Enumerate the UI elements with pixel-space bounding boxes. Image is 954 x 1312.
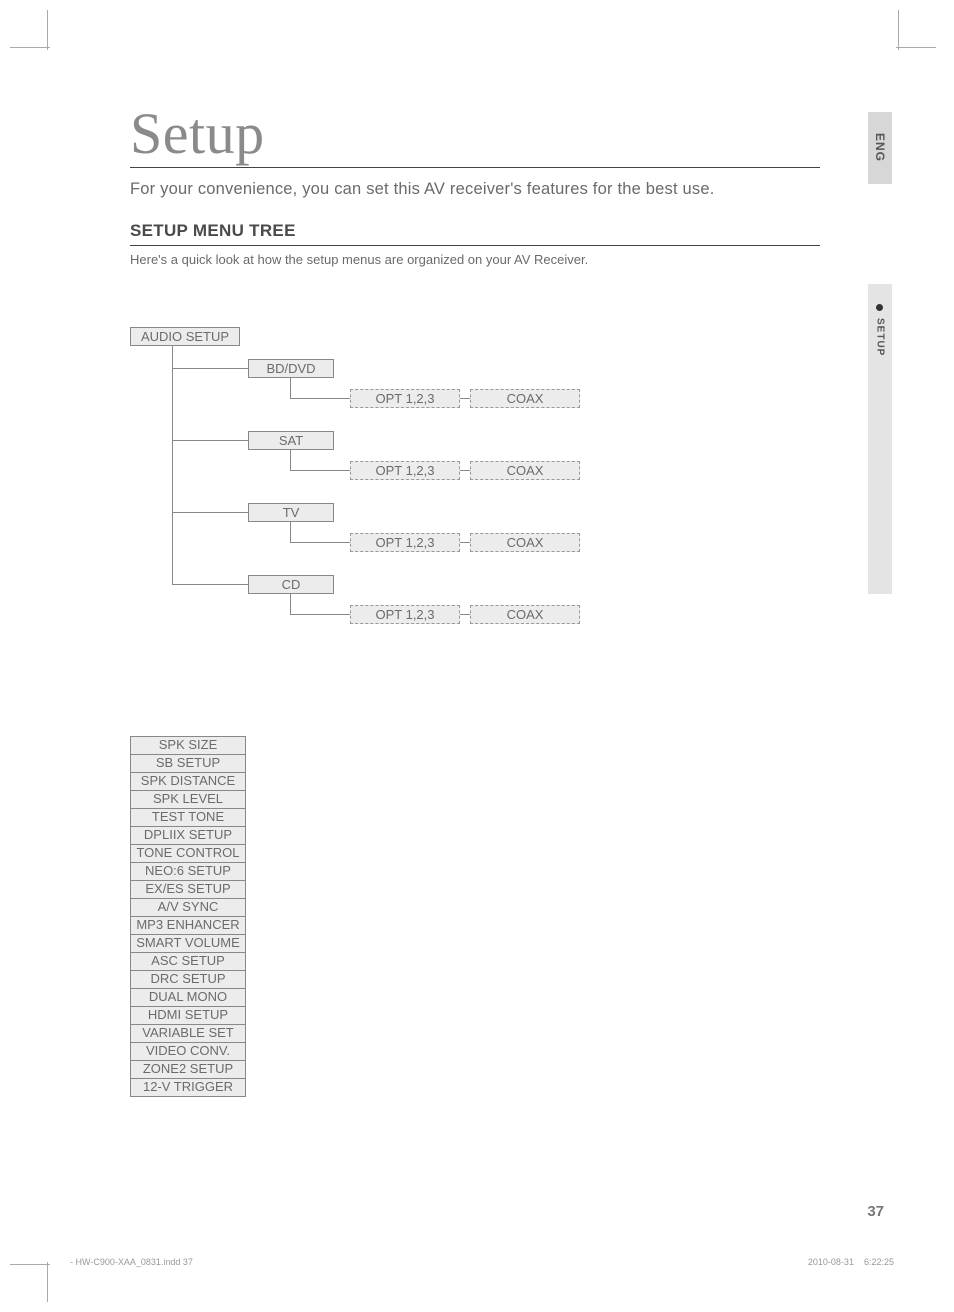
connector-line (290, 470, 350, 471)
tree-stack-item: NEO:6 SETUP (130, 862, 246, 881)
footer-time: 6:22:25 (864, 1257, 894, 1267)
connector-line (290, 450, 291, 470)
connector-line (290, 398, 350, 399)
crop-mark (47, 1262, 48, 1302)
connector-line (290, 594, 291, 614)
tree-stack-item: SMART VOLUME (130, 934, 246, 953)
crop-mark (896, 47, 936, 48)
tab-language: ENG (868, 112, 892, 184)
tree-stack-item: A/V SYNC (130, 898, 246, 917)
tree-branch: BD/DVD (248, 359, 334, 378)
tree-leaf: OPT 1,2,3 (350, 533, 460, 552)
tree-stack-item: SPK SIZE (130, 736, 246, 755)
tree-stack-item: DUAL MONO (130, 988, 246, 1007)
tree-stack-item: DRC SETUP (130, 970, 246, 989)
tree-stack-item: 12-V TRIGGER (130, 1078, 246, 1097)
intro-text: For your convenience, you can set this A… (130, 180, 820, 199)
connector-line (172, 512, 248, 513)
tree-stack-item: VARIABLE SET (130, 1024, 246, 1043)
tree-stack-item: HDMI SETUP (130, 1006, 246, 1025)
tree-root: AUDIO SETUP (130, 327, 240, 346)
tree-stack-item: EX/ES SETUP (130, 880, 246, 899)
section-heading: SETUP MENU TREE (130, 221, 820, 246)
tree-stack-item: TONE CONTROL (130, 844, 246, 863)
crop-mark (47, 10, 48, 50)
page: ENG SETUP Setup For your convenience, yo… (0, 0, 954, 1312)
connector-line (290, 542, 350, 543)
tree-branch: CD (248, 575, 334, 594)
tree-stack-item: ASC SETUP (130, 952, 246, 971)
tree-stack-item: TEST TONE (130, 808, 246, 827)
connector-line (172, 368, 248, 369)
tab-section-label: SETUP (875, 318, 886, 356)
menu-tree-diagram: AUDIO SETUP BD/DVD OPT 1,2,3 COAX SAT OPT 1,… (130, 327, 770, 1127)
connector-line (460, 614, 470, 615)
tree-stack-item: SPK DISTANCE (130, 772, 246, 791)
crop-mark (898, 10, 899, 50)
connector-line (460, 470, 470, 471)
connector-line (460, 542, 470, 543)
tree-leaf: OPT 1,2,3 (350, 605, 460, 624)
tree-stack-item: SPK LEVEL (130, 790, 246, 809)
tree-stack-item: VIDEO CONV. (130, 1042, 246, 1061)
tab-section: SETUP (868, 284, 892, 594)
tree-leaf: COAX (470, 461, 580, 480)
tree-stack-item: DPLIIX SETUP (130, 826, 246, 845)
tree-stack-item: MP3 ENHANCER (130, 916, 246, 935)
tree-leaf: OPT 1,2,3 (350, 461, 460, 480)
section-subtext: Here's a quick look at how the setup men… (130, 252, 820, 267)
page-number: 37 (867, 1203, 884, 1220)
crop-mark (10, 1264, 50, 1265)
connector-line (290, 522, 291, 542)
footer-left: - HW-C900-XAA_0831.indd 37 (70, 1257, 193, 1267)
footer-date: 2010-08-31 (808, 1257, 854, 1267)
tree-branch: SAT (248, 431, 334, 450)
page-title: Setup (130, 100, 820, 168)
tree-stack-item: ZONE2 SETUP (130, 1060, 246, 1079)
connector-line (172, 440, 248, 441)
connector-line (290, 614, 350, 615)
connector-line (172, 584, 248, 585)
tab-language-label: ENG (873, 133, 887, 162)
tree-branch: TV (248, 503, 334, 522)
connector-line (460, 398, 470, 399)
tree-leaf: OPT 1,2,3 (350, 389, 460, 408)
connector-line (290, 378, 291, 398)
tree-leaf: COAX (470, 389, 580, 408)
tree-stack: SPK SIZESB SETUPSPK DISTANCESPK LEVELTES… (130, 737, 246, 1097)
content-area: Setup For your convenience, you can set … (130, 100, 820, 1127)
footer-right: 2010-08-31 6:22:25 (808, 1257, 894, 1267)
tree-leaf: COAX (470, 533, 580, 552)
bullet-icon (876, 304, 883, 311)
crop-mark (10, 47, 50, 48)
tree-leaf: COAX (470, 605, 580, 624)
tree-stack-item: SB SETUP (130, 754, 246, 773)
connector-line (172, 346, 173, 584)
